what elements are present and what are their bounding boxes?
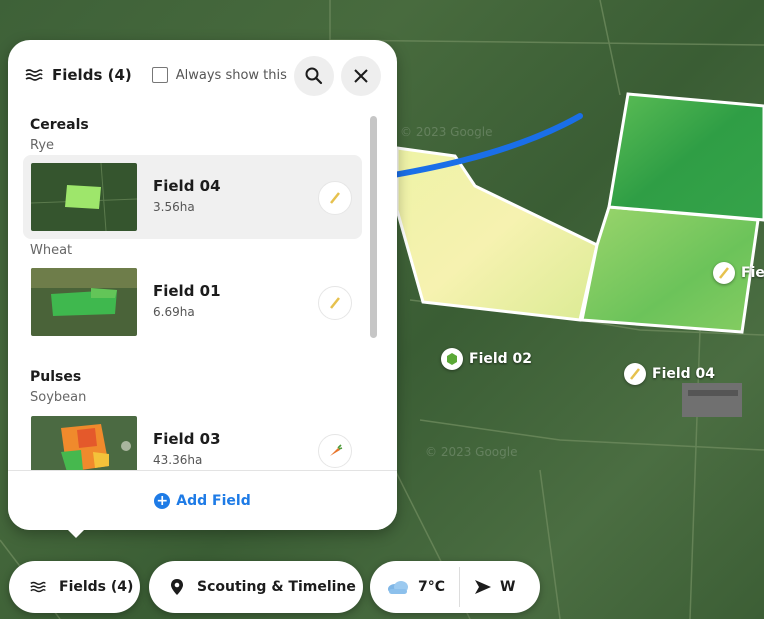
field-thumbnail: [31, 416, 137, 470]
add-field-label: Add Field: [176, 492, 251, 509]
always-show-label: Always show this: [175, 67, 287, 83]
map-label-text: Field 04: [652, 366, 716, 382]
weather-divider: [459, 567, 461, 607]
field-row-field-04[interactable]: Field 04 3.56ha: [23, 155, 362, 239]
field-row-field-03[interactable]: Field 03 43.36ha: [23, 408, 362, 470]
field-area: 43.36ha: [153, 453, 203, 467]
temperature-value: 7°C: [418, 579, 446, 595]
close-button[interactable]: [341, 56, 381, 96]
scouting-timeline-button[interactable]: Scouting & Timeline: [149, 561, 363, 613]
field-area: 3.56ha: [153, 200, 195, 214]
carrot-icon: [318, 434, 352, 468]
wheat-icon: [318, 181, 352, 215]
fields-toggle-button[interactable]: Fields (4): [9, 561, 140, 613]
location-pin-icon: [169, 578, 185, 596]
scouting-timeline-label: Scouting & Timeline: [197, 579, 356, 595]
group-title: Pulses: [30, 369, 82, 385]
field-thumbnail: [31, 268, 137, 336]
search-button[interactable]: [294, 56, 334, 96]
fields-layers-icon: [25, 69, 43, 81]
soy-leaf-icon: [441, 348, 463, 370]
plus-circle-icon: +: [154, 492, 171, 509]
panel-footer: + Add Field: [8, 470, 397, 530]
wheat-icon: [624, 363, 646, 385]
fields-layers-icon: [29, 578, 47, 596]
close-icon: [354, 69, 368, 83]
map-label-field-04[interactable]: Field 04: [624, 363, 715, 385]
field-name: Field 03: [153, 430, 221, 448]
field-name: Field 01: [153, 282, 221, 300]
always-show-checkbox[interactable]: Always show this: [151, 67, 287, 83]
wind-direction-value: W: [500, 579, 516, 595]
panel-pointer: [66, 528, 86, 538]
map-watermark: © 2023 Google: [400, 125, 493, 139]
add-field-button[interactable]: + Add Field: [154, 492, 251, 509]
fields-list[interactable]: Cereals Rye Field 04 3.56ha Wheat Field …: [8, 110, 368, 470]
map-watermark: © 2023 Google: [425, 445, 518, 459]
checkbox-box[interactable]: [151, 67, 168, 83]
weather-widget[interactable]: 7°C W: [370, 561, 540, 613]
field-name: Field 04: [153, 177, 221, 195]
fields-panel: Fields (4) Always show this Cereals Rye: [8, 40, 397, 530]
group-title: Cereals: [30, 117, 89, 133]
field-area: 6.69ha: [153, 305, 195, 319]
map-label-text: Field 02: [469, 351, 533, 367]
panel-header: Fields (4) Always show this: [8, 40, 397, 110]
map-label-field-02[interactable]: Field 02: [441, 348, 532, 370]
crop-title: Wheat: [30, 243, 73, 258]
wind-direction-icon: [474, 579, 492, 595]
map-label-text: Fie: [741, 265, 764, 281]
field-row-field-01[interactable]: Field 01 6.69ha: [23, 260, 362, 344]
wheat-icon: [713, 262, 735, 284]
wheat-icon: [318, 286, 352, 320]
crop-title: Soybean: [30, 390, 87, 405]
map-label-field-partial[interactable]: Fie: [713, 262, 764, 284]
list-scrollbar[interactable]: [370, 116, 377, 338]
crop-title: Rye: [30, 138, 55, 153]
field-thumbnail: [31, 163, 137, 231]
cloud-icon: [386, 578, 410, 596]
search-icon: [305, 67, 323, 85]
panel-title: Fields (4): [52, 66, 132, 84]
fields-toggle-label: Fields (4): [59, 579, 134, 595]
